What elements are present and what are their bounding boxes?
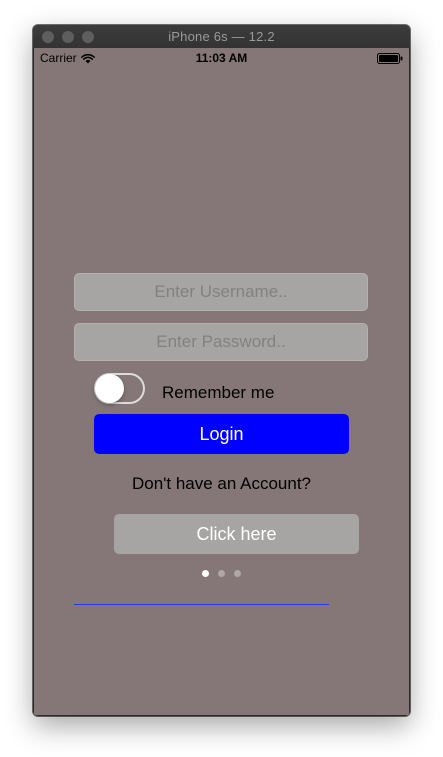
divider-line [74, 604, 329, 605]
toggle-knob [95, 374, 124, 403]
page-dot[interactable] [234, 570, 241, 577]
login-button[interactable]: Login [94, 414, 349, 454]
page-dot[interactable] [202, 570, 209, 577]
page-dot[interactable] [218, 570, 225, 577]
battery-icon [377, 53, 403, 64]
status-time: 11:03 AM [195, 51, 248, 65]
status-bar: Carrier 11:03 AM [34, 48, 409, 68]
remember-me-label: Remember me [162, 383, 275, 402]
page-control[interactable] [34, 570, 409, 577]
app-screen: Carrier 11:03 AM Remember me Login Don't… [34, 48, 409, 715]
click-here-button[interactable]: Click here [114, 514, 359, 554]
title-bar: iPhone 6s — 12.2 [33, 25, 410, 49]
signup-prompt: Don't have an Account? [131, 474, 312, 493]
username-input[interactable] [74, 273, 368, 311]
simulator-window: iPhone 6s — 12.2 Carrier 11:03 AM Enter … [33, 25, 410, 716]
remember-me-toggle[interactable] [94, 373, 145, 404]
window-title: iPhone 6s — 12.2 [168, 29, 275, 44]
password-input[interactable] [74, 323, 368, 361]
